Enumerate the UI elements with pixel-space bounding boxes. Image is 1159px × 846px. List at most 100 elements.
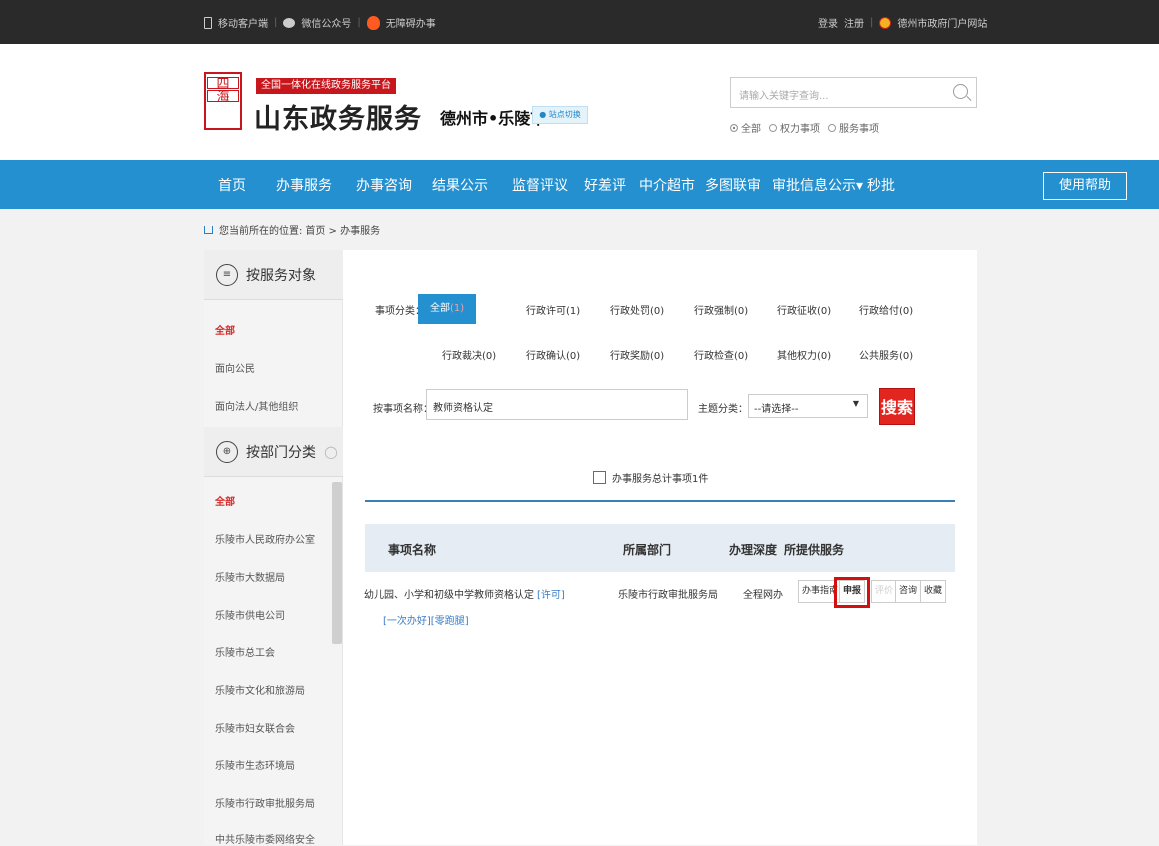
breadcrumb-prefix: 您当前所在的位置: bbox=[219, 226, 303, 237]
sidebar-scrollbar[interactable] bbox=[332, 482, 342, 644]
nav-item-agency[interactable]: 中介超市 bbox=[639, 175, 695, 195]
emblem-icon bbox=[879, 16, 892, 29]
main-nav: 首页 办事服务 办事咨询 结果公示 监督评议 好差评 中介超市 多图联审 审批信… bbox=[0, 160, 1159, 209]
sidebar-item-dept[interactable]: 乐陵市大数据局 bbox=[215, 569, 285, 584]
row-item-name[interactable]: 幼儿园、小学和初级中学教师资格认定 bbox=[364, 586, 534, 601]
col-header-name: 事项名称 bbox=[388, 543, 437, 557]
site-switch-button[interactable]: ● 站点切换 bbox=[532, 106, 588, 124]
breadcrumb: 您当前所在的位置: 首页 > 办事服务 bbox=[204, 222, 380, 237]
logo-title[interactable]: 山东政务服务 bbox=[254, 97, 422, 136]
logo-tag: 全国一体化在线政务服务平台 bbox=[256, 78, 396, 94]
nav-item-home[interactable]: 首页 bbox=[218, 175, 246, 195]
nav-item-rating[interactable]: 好差评 bbox=[584, 175, 626, 195]
wechat-link[interactable]: 微信公众号 bbox=[301, 15, 351, 30]
dropdown-arrow-icon: ▼ bbox=[852, 399, 859, 408]
favorite-button[interactable]: 收藏 bbox=[920, 580, 947, 603]
theme-label: 主题分类： bbox=[698, 404, 748, 415]
sidebar-item-dept[interactable]: 乐陵市行政审批服务局 bbox=[215, 795, 315, 810]
chip-category[interactable]: 行政裁决(0) bbox=[442, 347, 496, 362]
col-header-dept: 所属部门 bbox=[623, 543, 672, 557]
col-header-services: 所提供服务 bbox=[784, 543, 845, 557]
chip-category[interactable]: 行政处罚(0) bbox=[610, 302, 664, 317]
accessibility-link[interactable]: 无障碍办事 bbox=[386, 15, 436, 30]
top-bar-left: 移动客户端 | 微信公众号 | 无障碍办事 bbox=[204, 15, 436, 30]
sidebar-item-dept[interactable]: 乐陵市供电公司 bbox=[215, 607, 285, 622]
table-header: 事项名称 所属部门 办理深度 所提供服务 bbox=[365, 524, 955, 572]
gov-portal-link[interactable]: 德州市政府门户网站 bbox=[897, 15, 987, 30]
radio-dot-icon bbox=[730, 123, 738, 132]
chip-category[interactable]: 行政检查(0) bbox=[694, 347, 748, 362]
dept-icon: ⊕ bbox=[216, 440, 238, 463]
dept-search-icon[interactable]: ○ bbox=[324, 442, 338, 461]
sidebar-header-dept: ⊕ 按部门分类 ○ bbox=[204, 427, 343, 477]
mobile-icon bbox=[204, 16, 212, 29]
chip-category[interactable]: 行政给付(0) bbox=[859, 302, 913, 317]
accessibility-icon bbox=[366, 15, 380, 30]
sidebar-item-dept[interactable]: 乐陵市生态环境局 bbox=[215, 757, 295, 772]
sidebar-item-dept[interactable]: 乐陵市总工会 bbox=[215, 644, 275, 659]
evaluate-button[interactable]: 评价 bbox=[871, 580, 898, 603]
consult-button[interactable]: 咨询 bbox=[895, 580, 922, 603]
search-button[interactable]: 搜索 bbox=[879, 388, 915, 425]
sidebar-item-dept[interactable]: 乐陵市人民政府办公室 bbox=[215, 531, 315, 546]
sidebar-item-legal-person[interactable]: 面向法人/其他组织 bbox=[215, 398, 298, 413]
divider bbox=[365, 500, 955, 502]
chip-category[interactable]: 行政确认(0) bbox=[526, 347, 580, 362]
search-icon[interactable] bbox=[953, 84, 968, 99]
chip-category[interactable]: 行政征收(0) bbox=[777, 302, 831, 317]
chip-category[interactable]: 其他权力(0) bbox=[777, 347, 831, 362]
nav-item-approval-info[interactable]: 审批信息公示▾ bbox=[772, 175, 863, 195]
search-placeholder: 请输入关键字查询... bbox=[739, 91, 829, 102]
sidebar-header-target: ≡ 按服务对象 bbox=[204, 250, 343, 300]
radio-dot-icon bbox=[769, 123, 777, 132]
nav-item-results[interactable]: 结果公示 bbox=[432, 175, 488, 195]
header-search-input[interactable]: 请输入关键字查询... bbox=[730, 77, 977, 108]
logo-seal-char: 海 bbox=[207, 90, 239, 104]
login-link[interactable]: 登录 bbox=[818, 15, 838, 30]
chip-category[interactable]: 行政奖励(0) bbox=[610, 347, 664, 362]
sidebar: ≡ 按服务对象 全部 面向公民 面向法人/其他组织 ⊕ 按部门分类 ○ 全部 乐… bbox=[204, 250, 343, 846]
apply-highlight-box bbox=[834, 577, 870, 608]
home-icon bbox=[204, 225, 213, 234]
theme-select[interactable]: --请选择-- ▼ bbox=[748, 394, 868, 418]
total-count: 办事服务总计事项1件 bbox=[593, 470, 708, 485]
radio-all[interactable]: 全部 bbox=[730, 120, 761, 135]
header: 四 海 全国一体化在线政务服务平台 山东政务服务 德州市•乐陵市 ● 站点切换 … bbox=[0, 44, 1159, 160]
nav-item-instant[interactable]: 秒批 bbox=[867, 175, 895, 195]
sidebar-item-dept[interactable]: 乐陵市妇女联合会 bbox=[215, 720, 295, 735]
chip-category[interactable]: 行政许可(1) bbox=[526, 302, 580, 317]
top-bar-right: 登录 注册 | 德州市政府门户网站 bbox=[818, 15, 988, 30]
city-name: 德州市•乐陵市 bbox=[440, 109, 547, 128]
wechat-icon bbox=[283, 17, 296, 28]
chip-all[interactable]: 全部(1) bbox=[418, 294, 477, 324]
chip-category[interactable]: 公共服务(0) bbox=[859, 347, 913, 362]
sidebar-item-all-target[interactable]: 全部 bbox=[215, 322, 235, 337]
mobile-client-link[interactable]: 移动客户端 bbox=[218, 15, 268, 30]
row-depth: 全程网办 bbox=[743, 590, 783, 601]
name-label: 按事项名称： bbox=[373, 404, 433, 415]
sidebar-item-dept[interactable]: 乐陵市文化和旅游局 bbox=[215, 682, 305, 697]
top-bar: 移动客户端 | 微信公众号 | 无障碍办事 登录 注册 | 德州市政府门户网站 bbox=[0, 0, 1159, 44]
col-header-depth: 办理深度 bbox=[729, 543, 778, 557]
nav-item-supervision[interactable]: 监督评议 bbox=[512, 175, 568, 195]
main-content: 事项分类： 全部(1) 行政许可(1) 行政处罚(0) 行政强制(0) 行政征收… bbox=[343, 250, 977, 845]
sidebar-item-dept-all[interactable]: 全部 bbox=[215, 493, 235, 508]
register-link[interactable]: 注册 bbox=[844, 15, 864, 30]
sidebar-item-citizen[interactable]: 面向公民 bbox=[215, 360, 255, 375]
chip-category[interactable]: 行政强制(0) bbox=[694, 302, 748, 317]
help-button[interactable]: 使用帮助 bbox=[1043, 172, 1127, 200]
location-pin-icon: ● bbox=[539, 110, 547, 119]
list-icon: ≡ bbox=[216, 263, 238, 286]
radio-power[interactable]: 权力事项 bbox=[769, 120, 820, 135]
nav-item-joint-review[interactable]: 多图联审 bbox=[705, 175, 761, 195]
row-dept: 乐陵市行政审批服务局 bbox=[618, 590, 718, 601]
radio-service[interactable]: 服务事项 bbox=[828, 120, 879, 135]
logo-seal[interactable]: 四 海 bbox=[204, 72, 242, 130]
breadcrumb-path[interactable]: 首页 > 办事服务 bbox=[305, 222, 380, 237]
nav-item-services[interactable]: 办事服务 bbox=[276, 175, 332, 195]
nav-item-consult[interactable]: 办事咨询 bbox=[356, 175, 412, 195]
radio-dot-icon bbox=[828, 123, 836, 132]
item-name-input[interactable]: 教师资格认定 bbox=[426, 389, 688, 420]
sidebar-item-dept[interactable]: 中共乐陵市委网络安全 bbox=[215, 831, 315, 846]
row-extra-tags: [一次办好][零跑腿] bbox=[383, 616, 469, 627]
